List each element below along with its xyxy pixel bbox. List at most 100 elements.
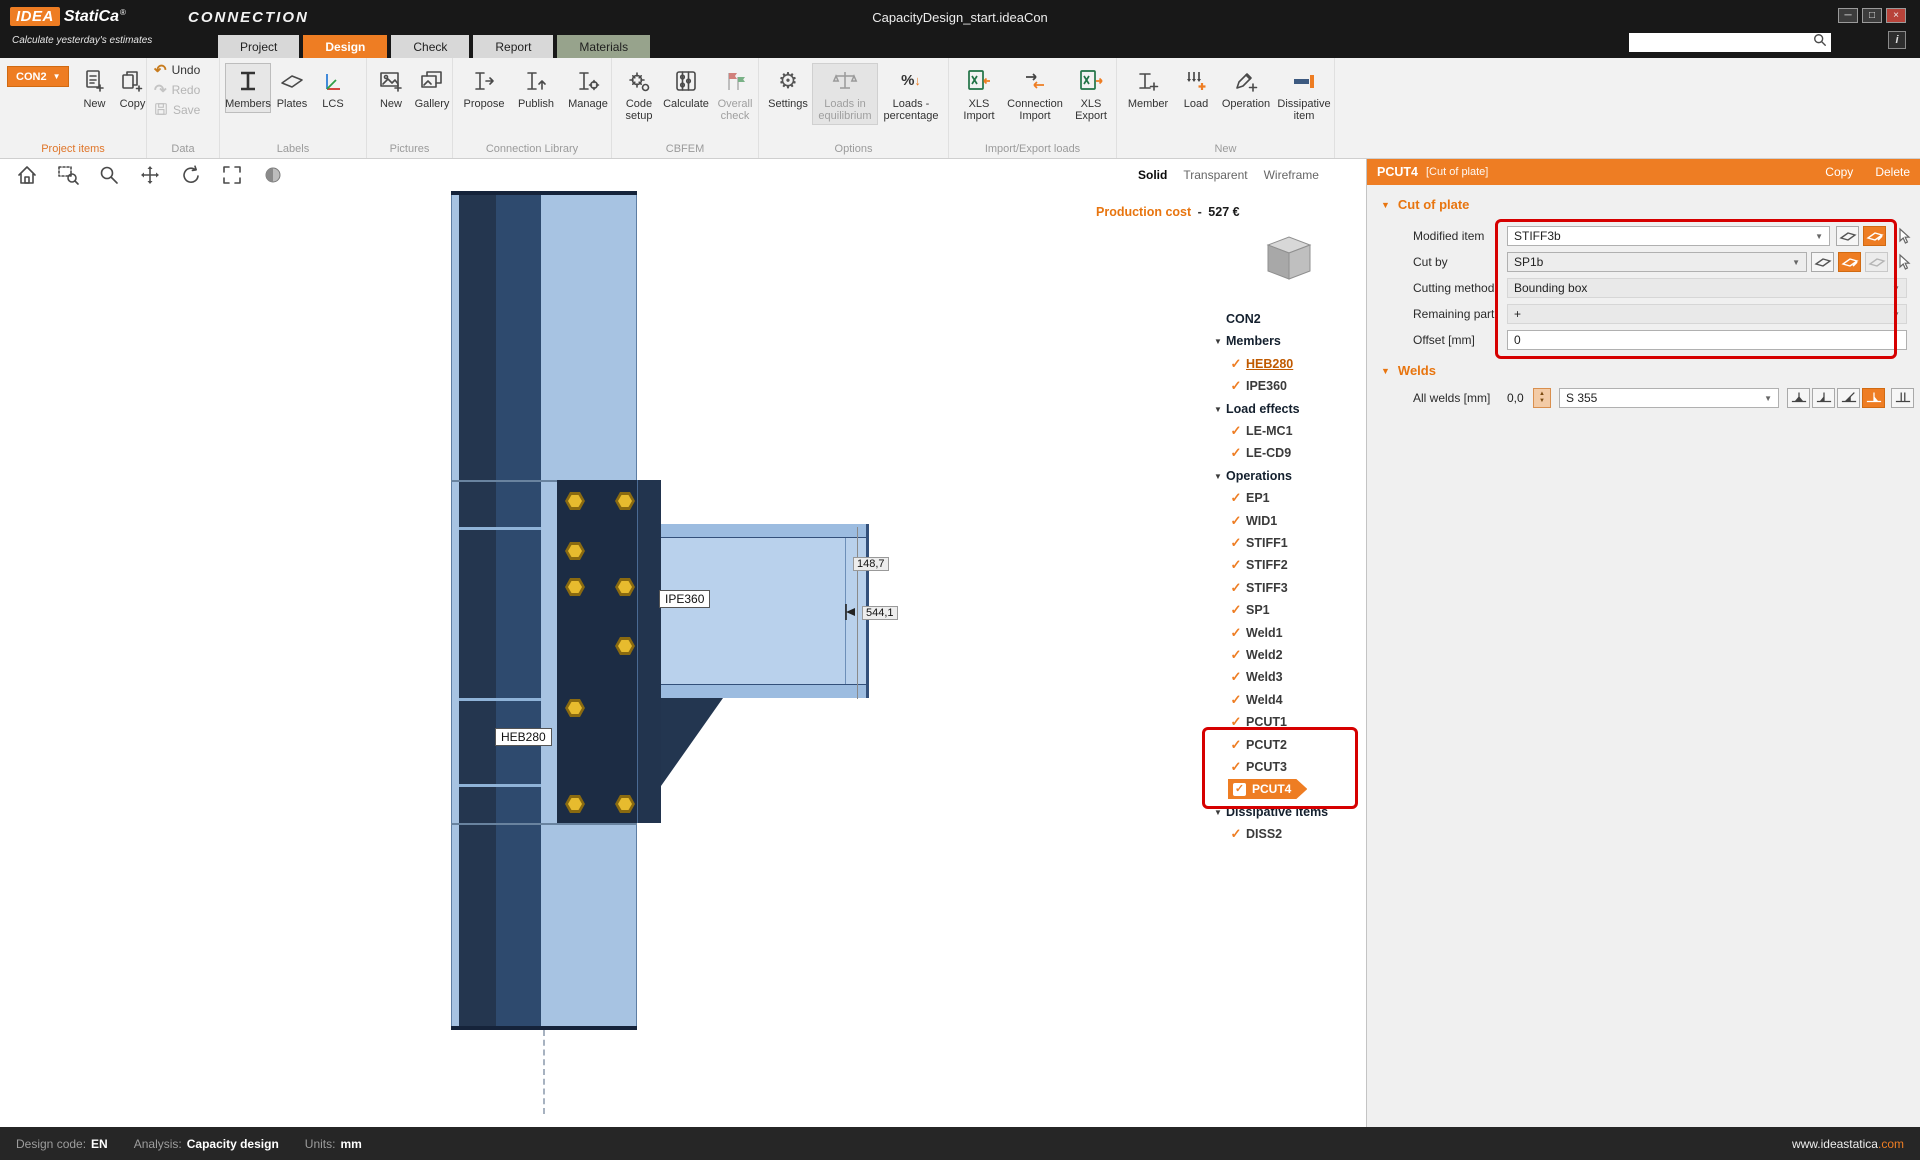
tab-project[interactable]: Project [218,35,299,58]
xls-import-button[interactable]: XLS Import [954,63,1004,125]
expander-icon[interactable]: ▼ [1212,337,1226,346]
new-dissipative-item-button[interactable]: Dissipative item [1274,63,1334,125]
check-icon[interactable]: ✓ [1226,356,1246,372]
close-button[interactable]: × [1886,8,1906,23]
tree-item-pcut4[interactable]: PCUT4 [1252,782,1291,796]
connection-import-button[interactable]: Connection Import [1004,63,1066,125]
tree-item-stiff3[interactable]: STIFF3 [1246,581,1288,595]
check-icon[interactable]: ✓ [1226,759,1246,775]
tab-design[interactable]: Design [303,35,387,58]
check-icon[interactable]: ✓ [1226,625,1246,641]
tree-root[interactable]: CON2 [1212,312,1261,326]
check-icon[interactable]: ✓ [1226,378,1246,394]
check-icon[interactable]: ✓ [1226,423,1246,439]
home-view-button[interactable] [14,163,40,189]
save-button[interactable]: Save [152,102,202,118]
loads-percentage-button[interactable]: %↓ Loads - percentage [878,63,944,125]
check-icon[interactable]: ✓ [1226,490,1246,506]
tree-section-operations[interactable]: Operations [1226,469,1292,483]
offset-input[interactable]: 0 [1507,330,1907,350]
tree-item-pcut3[interactable]: PCUT3 [1246,760,1287,774]
section-collapse-icon[interactable]: ▼ [1381,200,1390,210]
publish-button[interactable]: Publish [510,63,562,113]
calculate-button[interactable]: Calculate [661,63,711,113]
tree-item-stiff2[interactable]: STIFF2 [1246,558,1288,572]
expander-icon[interactable]: ▼ [1212,808,1226,817]
new-load-button[interactable]: Load [1174,63,1218,113]
cut-by-select[interactable]: SP1b ▼ [1507,252,1807,272]
shading-button[interactable] [260,163,286,189]
check-icon[interactable]: ✓ [1226,580,1246,596]
xls-export-button[interactable]: XLS Export [1066,63,1116,125]
check-icon[interactable]: ✓ [1226,602,1246,618]
code-setup-button[interactable]: Code setup [617,63,661,125]
section-cut-of-plate[interactable]: ▼ Cut of plate [1381,197,1469,212]
tree-item-weld2[interactable]: Weld2 [1246,648,1283,662]
remaining-part-select[interactable]: + ▼ [1507,304,1907,324]
search-input[interactable] [1633,35,1813,50]
tree-item-le-mc1[interactable]: LE-MC1 [1246,424,1293,438]
new-member-button[interactable]: Member [1122,63,1174,113]
tree-item-pcut1[interactable]: PCUT1 [1246,715,1287,729]
redo-button[interactable]: ↷ Redo [152,82,202,98]
delete-operation-button[interactable]: Delete [1875,165,1910,179]
check-icon[interactable]: ✓ [1226,513,1246,529]
expander-icon[interactable]: ▼ [1212,472,1226,481]
view-mode-wireframe[interactable]: Wireframe [1264,168,1319,182]
rotate-button[interactable] [178,163,204,189]
tree-section-load-effects[interactable]: Load effects [1226,402,1300,416]
weld-type-fillet-rear-button[interactable] [1862,388,1885,408]
gallery-button[interactable]: Gallery [410,63,454,113]
check-icon[interactable]: ✓ [1226,535,1246,551]
lcs-toggle[interactable]: LCS [313,63,353,113]
propose-button[interactable]: Propose [458,63,510,113]
tree-item-pcut2[interactable]: PCUT2 [1246,738,1287,752]
disabled-plate-button[interactable] [1865,252,1888,272]
model-viewport[interactable]: Solid Transparent Wireframe Production c… [0,159,1366,1127]
pick-cutting-plate-button[interactable] [1811,252,1834,272]
section-collapse-icon[interactable]: ▼ [1381,366,1390,376]
new-picture-button[interactable]: New [372,63,410,113]
fit-view-button[interactable] [219,163,245,189]
check-icon[interactable]: ✓ [1226,692,1246,708]
check-icon[interactable]: ✓ [1226,714,1246,730]
check-icon[interactable]: ✓ [1226,647,1246,663]
pan-button[interactable] [137,163,163,189]
tree-item-wid1[interactable]: WID1 [1246,514,1277,528]
loads-in-equilibrium-toggle[interactable]: Loads in equilibrium [812,63,878,125]
edit-cutting-plate-button[interactable] [1838,252,1861,272]
tree-item-stiff1[interactable]: STIFF1 [1246,536,1288,550]
check-icon[interactable]: ✓ [1226,826,1246,842]
maximize-button[interactable]: □ [1862,8,1882,23]
tree-item-le-cd9[interactable]: LE-CD9 [1246,446,1291,460]
members-labels-toggle[interactable]: Members [225,63,271,113]
view-mode-solid[interactable]: Solid [1138,168,1167,182]
tree-item-pcut4-selected[interactable]: ✓ PCUT4 [1228,779,1307,799]
check-icon[interactable]: ✓ [1226,669,1246,685]
copy-item-button[interactable]: Copy [113,63,151,113]
tree-item-diss2[interactable]: DISS2 [1246,827,1282,841]
tree-item-ep1[interactable]: EP1 [1246,491,1270,505]
tree-item-weld1[interactable]: Weld1 [1246,626,1283,640]
tab-materials[interactable]: Materials [557,35,650,58]
tree-item-weld3[interactable]: Weld3 [1246,670,1283,684]
tree-section-dissipative-items[interactable]: Dissipative items [1226,805,1328,819]
copy-operation-button[interactable]: Copy [1825,165,1853,179]
check-icon[interactable]: ✓ [1226,557,1246,573]
plates-labels-toggle[interactable]: Plates [271,63,313,113]
tree-item-ipe360[interactable]: IPE360 [1246,379,1287,393]
settings-button[interactable]: ⚙ Settings [764,63,812,113]
weld-type-fillet-button[interactable] [1812,388,1835,408]
check-icon[interactable]: ✓ [1226,445,1246,461]
view-mode-transparent[interactable]: Transparent [1183,168,1247,182]
view-cube[interactable] [1258,233,1320,288]
tree-item-heb280[interactable]: HEB280 [1246,357,1293,371]
checkbox-checked[interactable]: ✓ [1233,783,1246,796]
weld-type-bevel-button[interactable] [1837,388,1860,408]
tab-check[interactable]: Check [391,35,469,58]
tree-item-weld4[interactable]: Weld4 [1246,693,1283,707]
weld-type-butt-button[interactable] [1891,388,1914,408]
cutting-method-select[interactable]: Bounding box ▼ [1507,278,1907,298]
new-item-button[interactable]: New [75,63,113,113]
overall-check-button[interactable]: Overall check [711,63,759,125]
